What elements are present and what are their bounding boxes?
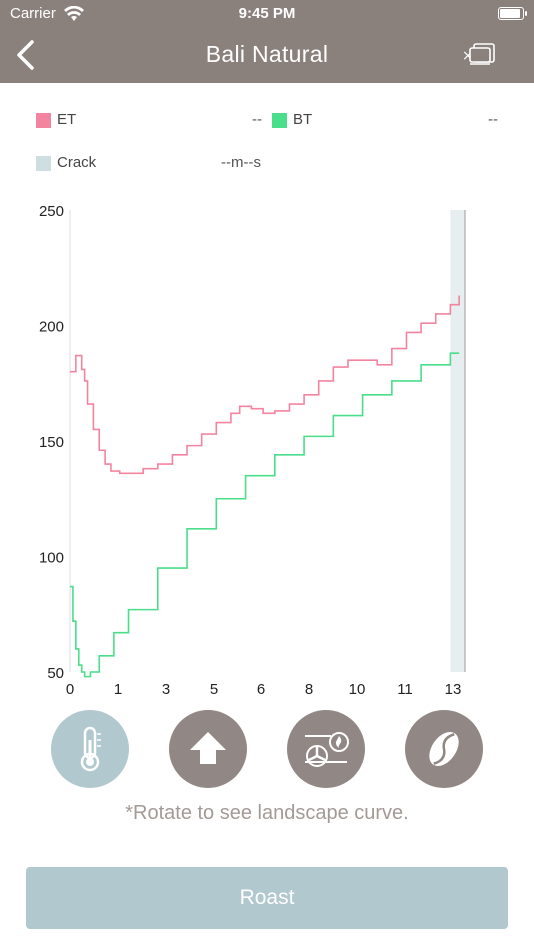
rotate-hint: *Rotate to see landscape curve. bbox=[125, 802, 409, 824]
action-buttons bbox=[0, 710, 534, 790]
y-tick-label: 100 bbox=[39, 550, 64, 567]
fan-heat-button[interactable] bbox=[287, 710, 365, 788]
legend-bt: BT -- bbox=[272, 110, 500, 132]
x-tick-label: 3 bbox=[162, 681, 170, 695]
page-title: Bali Natural bbox=[205, 41, 329, 67]
series-line-bt bbox=[70, 352, 460, 678]
crack-swatch bbox=[36, 156, 51, 171]
x-tick-label: 1 bbox=[114, 681, 122, 695]
y-tick-label: 150 bbox=[39, 434, 64, 451]
thermometer-icon bbox=[80, 726, 101, 772]
roast-button[interactable]: Roast bbox=[26, 867, 508, 929]
series-line-et bbox=[70, 295, 460, 475]
up-arrow-icon bbox=[190, 732, 226, 764]
x-tick-label: 10 bbox=[349, 681, 366, 695]
disconnect-device-button[interactable]: × bbox=[462, 40, 498, 70]
et-label: ET bbox=[57, 111, 77, 128]
x-tick-label: 8 bbox=[305, 681, 313, 695]
y-tick-label: 50 bbox=[47, 665, 64, 682]
et-swatch bbox=[36, 113, 51, 128]
bt-swatch bbox=[272, 113, 287, 128]
bean-button[interactable] bbox=[405, 710, 483, 788]
bt-value: -- bbox=[488, 111, 498, 128]
x-tick-label: 6 bbox=[257, 681, 265, 695]
x-tick-label: 5 bbox=[210, 681, 218, 695]
roast-curve-chart: 250200150100500 1 3 5 6 8 10 11 13 bbox=[39, 203, 466, 695]
y-tick-label: 200 bbox=[39, 319, 64, 336]
crack-label: Crack bbox=[57, 154, 97, 171]
x-tick-label: 0 bbox=[66, 681, 74, 695]
x-tick-label: 11 bbox=[397, 681, 413, 695]
coffee-bean-icon bbox=[429, 731, 459, 767]
legend-et: ET -- bbox=[36, 110, 266, 132]
et-value: -- bbox=[252, 111, 262, 128]
bt-label: BT bbox=[293, 111, 313, 128]
y-tick-label: 250 bbox=[39, 203, 64, 220]
battery-icon bbox=[498, 7, 527, 20]
device-disconnected-icon: × bbox=[462, 43, 495, 65]
nav-bar: Bali Natural × bbox=[0, 28, 534, 83]
up-button[interactable] bbox=[169, 710, 247, 788]
status-bar: Carrier 9:45 PM bbox=[0, 0, 534, 28]
fan-heat-icon bbox=[305, 732, 349, 767]
x-tick-label: 13 bbox=[445, 681, 462, 695]
crack-band bbox=[450, 210, 465, 672]
legend-crack: Crack --m--s bbox=[36, 153, 266, 175]
temperature-button[interactable] bbox=[51, 710, 129, 788]
status-time: 9:45 PM bbox=[238, 5, 296, 22]
crack-value: --m--s bbox=[221, 154, 261, 171]
